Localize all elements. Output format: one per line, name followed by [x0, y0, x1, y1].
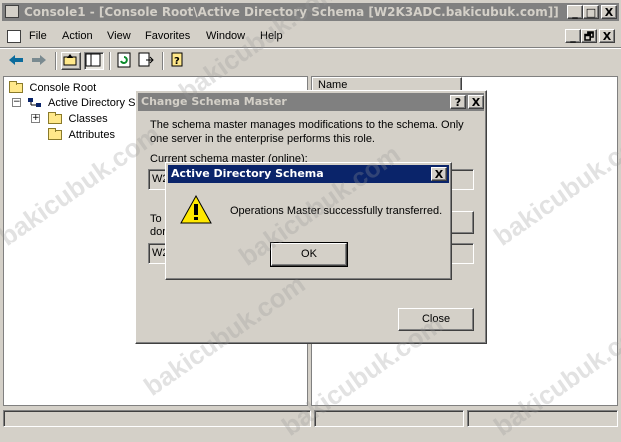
toolbar-separator [0, 47, 621, 49]
child-window-icon[interactable] [7, 30, 21, 43]
toolbar-divider-3 [162, 52, 164, 70]
message-close-button[interactable]: X [431, 167, 447, 181]
target-label-line2: dor [150, 226, 166, 238]
message-text: Operations Master successfully transferr… [230, 205, 443, 217]
show-hide-tree-icon[interactable] [84, 52, 104, 70]
dialog-close-button[interactable]: X [468, 95, 484, 109]
menu-help[interactable]: Help [260, 30, 283, 42]
change-schema-title: Change Schema Master [141, 95, 287, 108]
tree-item-attributes[interactable]: Attributes [48, 128, 115, 141]
folder-icon [48, 128, 62, 140]
child-close-button[interactable]: X [599, 29, 615, 43]
refresh-icon[interactable] [116, 52, 136, 70]
toolbar-divider [55, 52, 57, 70]
warning-icon [180, 194, 212, 226]
status-bar-right [467, 410, 618, 427]
menu-window[interactable]: Window [206, 30, 245, 42]
target-label: To [150, 213, 162, 225]
menu-action[interactable]: Action [62, 30, 93, 42]
dialog-help-button[interactable]: ? [450, 95, 466, 109]
menu-file[interactable]: File [29, 30, 47, 42]
ok-button[interactable]: OK [270, 242, 348, 267]
schema-master-description: The schema master manages modifications … [150, 119, 464, 145]
main-title-bar[interactable]: Console1 - [Console Root\Active Director… [2, 3, 619, 21]
back-arrow-icon[interactable] [7, 52, 27, 70]
tree-expander-minus[interactable]: − [12, 98, 21, 107]
menu-favorites[interactable]: Favorites [145, 30, 190, 42]
status-bar-mid [314, 410, 464, 427]
folder-icon [48, 112, 62, 124]
message-title: Active Directory Schema [171, 167, 324, 180]
tree-item-console-root[interactable]: Console Root [9, 81, 96, 94]
help-icon[interactable]: ? [169, 52, 189, 70]
close-dialog-button[interactable]: Close [398, 308, 474, 331]
main-title: Console1 - [Console Root\Active Director… [24, 5, 559, 19]
export-list-icon[interactable] [138, 52, 158, 70]
tree-item-schema[interactable]: Active Directory Sc [28, 96, 141, 109]
forward-arrow-icon[interactable] [30, 52, 50, 70]
maximize-button[interactable]: □ [583, 5, 599, 19]
console-app-icon [5, 5, 19, 18]
menu-view[interactable]: View [107, 30, 131, 42]
toolbar-divider-2 [109, 52, 111, 70]
minimize-button[interactable]: _ [567, 5, 583, 19]
close-button[interactable]: X [601, 5, 617, 19]
child-restore-button[interactable]: 🗗 [581, 29, 597, 43]
child-minimize-button[interactable]: _ [565, 29, 581, 43]
up-folder-icon[interactable] [61, 52, 81, 70]
message-title-bar[interactable]: Active Directory Schema X [168, 165, 449, 183]
tree-item-classes[interactable]: Classes [48, 112, 108, 125]
svg-text:?: ? [174, 56, 180, 67]
schema-icon [28, 98, 42, 108]
status-bar-left [3, 410, 311, 427]
tree-expander-plus[interactable]: + [31, 114, 40, 123]
folder-icon [9, 81, 23, 93]
message-dialog[interactable]: Active Directory Schema X Operations Mas… [165, 162, 452, 280]
change-schema-title-bar[interactable]: Change Schema Master ? X [138, 93, 484, 111]
